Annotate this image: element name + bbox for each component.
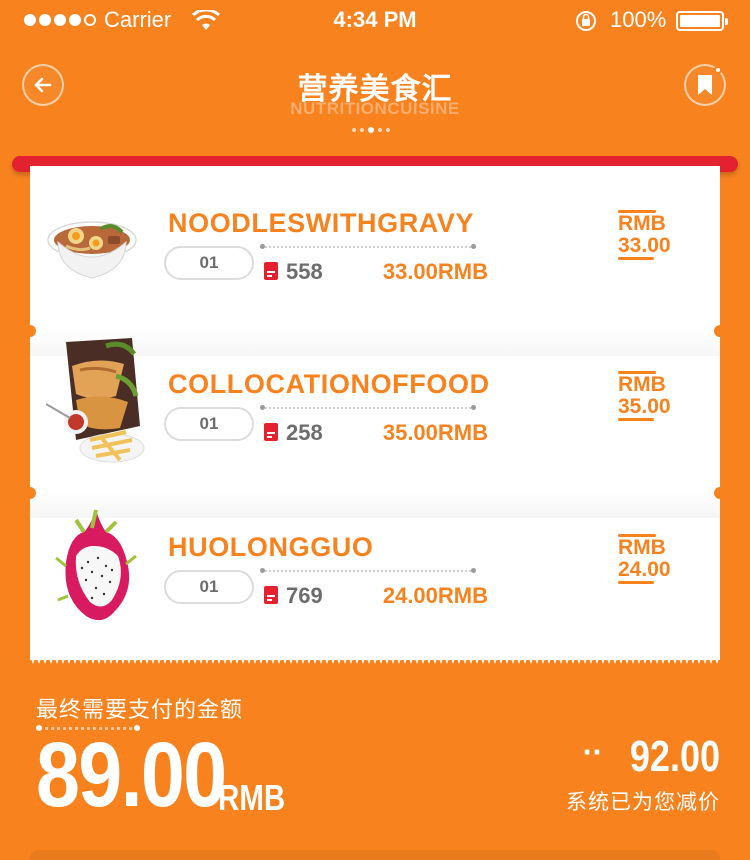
price-bar-bottom: [618, 581, 654, 584]
status-bar: Carrier 4:34 PM 100%: [0, 0, 750, 40]
receipt-torn-edge: [30, 656, 720, 664]
dotted-separator: [260, 405, 476, 410]
item-subtotal: 24.00RMB: [382, 583, 488, 608]
item-price: RMB 24.00: [618, 534, 698, 584]
payment-amount: 89.00: [36, 724, 227, 826]
price-value: 33.00: [618, 234, 671, 257]
discount-label: 系统已为您减价: [566, 790, 720, 814]
payment-total: 89.00 RMB: [36, 724, 300, 826]
item-subtotal: 35.00RMB: [382, 420, 488, 445]
price-value: 35.00: [618, 395, 671, 418]
item-name: NOODLESWITHGRAVY: [168, 208, 475, 238]
order-item[interactable]: COLLOCATIONOFFOOD 01 258 35.00RMB RMB 35…: [30, 328, 720, 490]
quantity-selector[interactable]: 01: [164, 407, 254, 441]
price-value: 24.00: [618, 558, 671, 581]
price-bar-bottom: [618, 418, 654, 421]
rotation-lock-icon: [576, 11, 596, 31]
battery-icon: [676, 11, 728, 31]
order-item[interactable]: HUOLONGGUO 01 769 24.00RMB RMB 24.00: [30, 490, 720, 652]
dragon-fruit-image: [55, 509, 137, 621]
item-price: RMB 33.00: [618, 210, 698, 260]
item-subtotal: 33.00RMB: [382, 259, 488, 284]
discount-value: 92.00: [629, 732, 720, 781]
dotted-separator: [260, 244, 476, 249]
notification-badge: [714, 66, 722, 74]
bookmark-icon: [698, 75, 712, 95]
price-bar-bottom: [618, 257, 654, 260]
item-name: HUOLONGGUO: [168, 532, 374, 562]
order-receipt: NOODLESWITHGRAVY 01 558 33.00RMB RMB 33.…: [30, 166, 720, 660]
item-count: 769: [286, 583, 323, 608]
quantity-selector[interactable]: 01: [164, 246, 254, 280]
discount-dots: ··: [582, 738, 602, 768]
bookmark-button[interactable]: [684, 64, 726, 106]
battery-percentage: 100%: [610, 7, 667, 32]
receipt-notch: [714, 487, 726, 499]
page-indicator: [352, 127, 390, 133]
price-unit: RMB: [618, 373, 666, 396]
document-icon: [264, 423, 278, 441]
dotted-separator: [260, 568, 476, 573]
receipt-notch: [24, 487, 36, 499]
price-unit: RMB: [618, 212, 666, 235]
price-unit: RMB: [618, 536, 666, 559]
receipt-notch: [714, 325, 726, 337]
next-card-edge: [30, 850, 720, 860]
document-icon: [264, 586, 278, 604]
page-subtitle: NUTRITIONCUISINE: [290, 99, 460, 118]
receipt-notch: [24, 325, 36, 337]
discount-summary: ·· 92.00 系统已为您减价: [566, 734, 720, 816]
order-item[interactable]: NOODLESWITHGRAVY 01 558 33.00RMB RMB 33.…: [30, 166, 720, 328]
document-icon: [264, 262, 278, 280]
payment-label: 最终需要支付的金额: [36, 698, 244, 723]
food-platter-image: [46, 338, 145, 463]
item-count: 558: [286, 259, 323, 284]
quantity-selector[interactable]: 01: [164, 570, 254, 604]
payment-unit: RMB: [218, 777, 286, 818]
noodle-bowl-image: [47, 221, 137, 279]
item-name: COLLOCATIONOFFOOD: [168, 369, 490, 399]
item-price: RMB 35.00: [618, 371, 698, 421]
item-count: 258: [286, 420, 323, 445]
